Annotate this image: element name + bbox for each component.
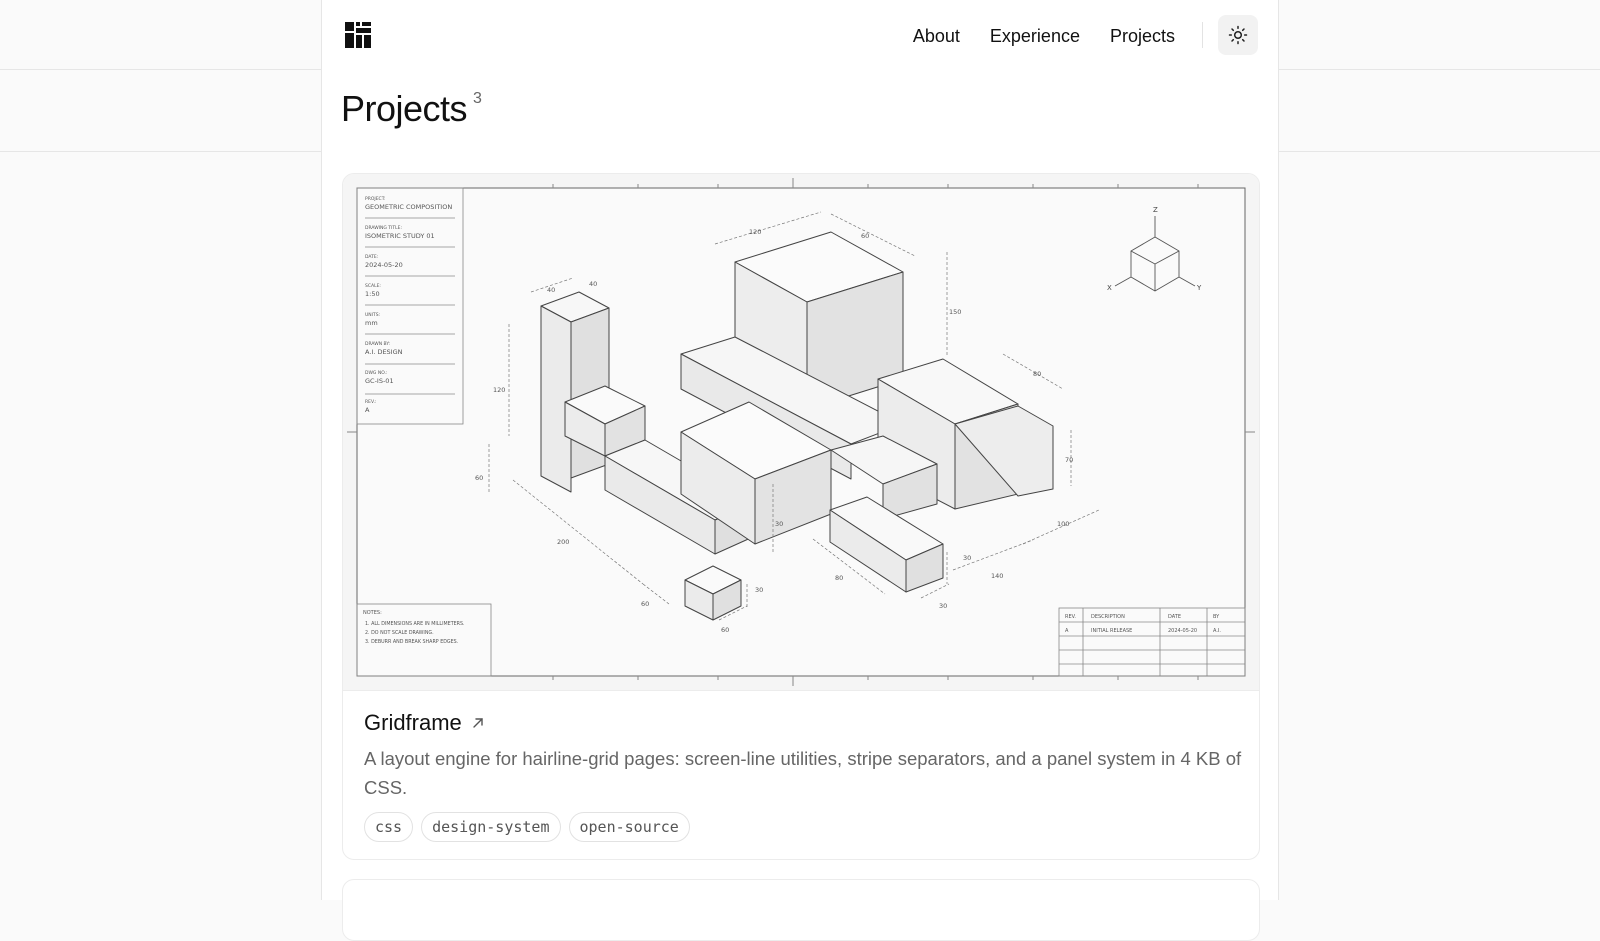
- project-count: 3: [473, 90, 482, 107]
- project-title-text[interactable]: Gridframe: [364, 710, 462, 736]
- nav-divider: [1202, 22, 1203, 48]
- title-block-value: 1:50: [365, 290, 380, 298]
- title-block-value: GEOMETRIC COMPOSITION: [365, 203, 452, 211]
- title-block-label: REV.:: [365, 399, 376, 405]
- content-column: About Experience Projects Projects 3 PRO…: [321, 0, 1279, 941]
- project-card-next[interactable]: [342, 879, 1260, 941]
- dimension-label: 70: [1065, 456, 1073, 464]
- title-block-label: UNITS:: [365, 312, 380, 318]
- dimension-label: 30: [755, 586, 763, 594]
- tag[interactable]: css: [364, 812, 414, 842]
- arrow-up-right-icon: [473, 718, 483, 728]
- page-title: Projects 3: [341, 88, 482, 130]
- note-line: 2. DO NOT SCALE DRAWING.: [365, 630, 434, 636]
- page-title-text: Projects: [341, 88, 468, 129]
- rev-cell: A.I.: [1213, 628, 1221, 634]
- project-title[interactable]: Gridframe: [364, 710, 484, 736]
- rev-header: BY: [1213, 614, 1220, 620]
- axis-label: X: [1107, 284, 1112, 292]
- rev-cell: 2024-05-20: [1168, 628, 1197, 634]
- project-description: A layout engine for hairline-grid pages:…: [364, 748, 1242, 798]
- title-block-label: DWG NO.:: [365, 370, 388, 376]
- dimension-label: 80: [1033, 370, 1041, 378]
- dimension-label: 200: [557, 538, 569, 546]
- dimension-label: 60: [475, 474, 483, 482]
- notes-title: NOTES:: [363, 610, 382, 616]
- logo[interactable]: [345, 22, 371, 48]
- dimension-label: 30: [963, 554, 971, 562]
- rev-cell: INITIAL RELEASE: [1091, 628, 1132, 634]
- dimension-label: 150: [949, 308, 961, 316]
- tag[interactable]: open-source: [568, 812, 690, 842]
- rev-cell: A: [1065, 628, 1069, 634]
- dimension-label: 30: [939, 602, 947, 610]
- axis-label: Y: [1196, 284, 1202, 292]
- title-block-value: GC-IS-01: [365, 377, 394, 385]
- title-block-label: PROJECT:: [365, 196, 385, 202]
- rev-header: REV.: [1065, 614, 1076, 620]
- title-block-value: A: [365, 406, 370, 414]
- title-block-label: DATE:: [365, 254, 378, 260]
- sun-icon: [1228, 25, 1248, 45]
- dimension-label: 60: [721, 626, 729, 634]
- dimension-label: 140: [991, 572, 1003, 580]
- dimension-label: 120: [749, 228, 761, 236]
- main-nav: About Experience Projects: [913, 22, 1175, 50]
- dimension-label: 40: [547, 286, 555, 294]
- rev-header: DATE: [1168, 614, 1181, 620]
- note-line: 3. DEBURR AND BREAK SHARP EDGES.: [365, 639, 458, 645]
- tag[interactable]: design-system: [421, 812, 561, 842]
- dimension-label: 80: [835, 574, 843, 582]
- dimension-label: 60: [861, 232, 869, 240]
- dimension-label: 120: [493, 386, 505, 394]
- isometric-drawing: PROJECT:GEOMETRIC COMPOSITION DRAWING TIT…: [343, 174, 1259, 690]
- project-card[interactable]: PROJECT: GEOMETRIC COMPOSITION DRAWING TIT…: [342, 173, 1260, 860]
- note-line: 1. ALL DIMENSIONS ARE IN MILLIMETERS.: [365, 621, 465, 627]
- nav-projects[interactable]: Projects: [1110, 22, 1175, 50]
- dimension-label: 100: [1057, 520, 1069, 528]
- axis-label: Z: [1153, 206, 1158, 214]
- dimension-label: 40: [589, 280, 597, 288]
- title-block-value: A.I. DESIGN: [365, 348, 403, 356]
- column-left-line: [321, 0, 322, 900]
- project-tags: css design-system open-source: [364, 812, 690, 842]
- title-block-label: DRAWN BY:: [365, 341, 390, 347]
- theme-toggle-button[interactable]: [1218, 15, 1258, 55]
- nav-about[interactable]: About: [913, 22, 960, 50]
- project-image: PROJECT: GEOMETRIC COMPOSITION DRAWING TIT…: [343, 174, 1259, 691]
- site-header: About Experience Projects: [321, 0, 1279, 70]
- title-block-value: 2024-05-20: [365, 261, 403, 269]
- dimension-label: 60: [641, 600, 649, 608]
- title-block-value: mm: [365, 319, 378, 327]
- title-block-value: ISOMETRIC STUDY 01: [365, 232, 435, 240]
- nav-experience[interactable]: Experience: [990, 22, 1080, 50]
- title-block-label: DRAWING TITLE:: [365, 225, 402, 231]
- title-block-label: SCALE:: [365, 283, 381, 289]
- rev-header: DESCRIPTION: [1091, 614, 1125, 620]
- dimension-label: 30: [775, 520, 783, 528]
- column-right-line: [1278, 0, 1279, 900]
